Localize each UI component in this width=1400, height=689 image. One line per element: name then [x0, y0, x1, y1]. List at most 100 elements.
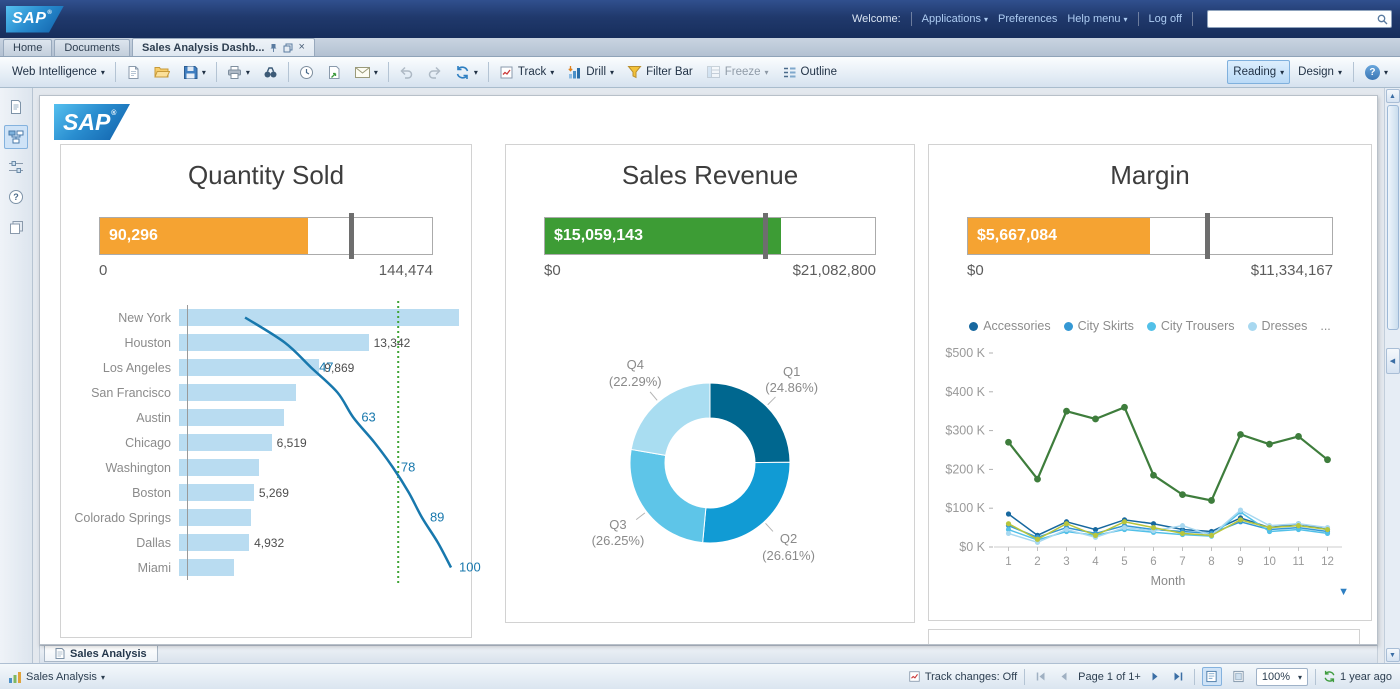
menu-help[interactable]: Help menu ▾ [1067, 13, 1127, 25]
next-page-button[interactable] [1148, 669, 1164, 685]
previous-page-button[interactable] [1055, 669, 1071, 685]
document-icon [8, 99, 24, 115]
first-page-button[interactable] [1032, 669, 1048, 685]
track-changes-toggle[interactable]: Track changes: Off [908, 670, 1017, 683]
help-panel-button[interactable]: ? [4, 185, 28, 209]
input-controls-button[interactable] [4, 155, 28, 179]
export-button[interactable] [321, 60, 348, 84]
last-refresh-indicator[interactable]: 1 year ago [1323, 670, 1392, 683]
data-point [1063, 408, 1070, 415]
donut-svg[interactable] [540, 333, 880, 593]
report-canvas: SAP® Quantity Sold 90,296 0 144,474 [39, 95, 1378, 645]
report-selector[interactable]: Sales Analysis ▾ [8, 670, 105, 684]
drill-button[interactable]: Drill ▾ [561, 60, 620, 84]
help-button[interactable]: ? ▾ [1359, 60, 1394, 84]
bar-category-label: Los Angeles [67, 361, 179, 375]
close-icon[interactable]: × [298, 42, 304, 53]
scroll-down-button[interactable]: ▼ [1386, 648, 1400, 662]
page-mode-button[interactable] [1229, 667, 1249, 686]
undo-button[interactable] [393, 60, 420, 84]
tab-documents[interactable]: Documents [54, 39, 130, 56]
svg-text:3: 3 [1063, 556, 1069, 568]
bar[interactable] [179, 359, 319, 376]
quick-display-mode-button[interactable] [1202, 667, 1222, 686]
scrollbar-thumb[interactable] [1387, 105, 1399, 330]
bar[interactable] [179, 434, 272, 451]
bar[interactable] [179, 534, 249, 551]
layered-pages-icon [9, 220, 24, 235]
divider [1024, 669, 1025, 685]
bar[interactable] [179, 334, 369, 351]
search-icon[interactable] [1377, 14, 1388, 25]
bar-value-label: 9,869 [324, 361, 354, 375]
open-folder-icon [154, 65, 170, 79]
tab-sales-analysis-dashboard[interactable]: Sales Analysis Dashb... × [132, 38, 315, 56]
bullet-max-label: 144,474 [379, 262, 433, 279]
reading-mode-button[interactable]: Reading ▾ [1227, 60, 1290, 84]
last-page-button[interactable] [1171, 669, 1187, 685]
data-point [1209, 533, 1214, 538]
data-point [1208, 497, 1215, 504]
navigation-map-icon [8, 129, 24, 145]
find-button[interactable] [257, 60, 284, 84]
filter-bar-button[interactable]: Filter Bar [621, 60, 699, 84]
export-icon [327, 65, 342, 80]
chevron-down-icon: ▾ [765, 69, 769, 77]
outline-button[interactable]: Outline [776, 60, 843, 84]
bar[interactable] [179, 459, 259, 476]
web-intelligence-menu[interactable]: Web Intelligence ▾ [6, 60, 111, 84]
new-document-button[interactable] [120, 60, 147, 84]
log-off-link[interactable]: Log off [1149, 13, 1182, 25]
chevron-down-icon: ▾ [1384, 69, 1388, 77]
bar-category-label: New York [67, 311, 179, 325]
freeze-button[interactable]: Freeze ▾ [700, 60, 775, 84]
bullet-target-marker [763, 213, 768, 259]
history-button[interactable] [293, 60, 320, 84]
tab-home[interactable]: Home [3, 39, 52, 56]
menu-preferences[interactable]: Preferences [998, 13, 1057, 25]
search-input[interactable] [1211, 12, 1377, 26]
print-button[interactable]: ▾ [221, 60, 256, 84]
panel-collapse-handle[interactable]: ◀ [1386, 348, 1400, 374]
zoom-select[interactable]: 100% ▾ [1256, 668, 1308, 686]
send-button[interactable]: ▾ [349, 60, 384, 84]
pin-icon[interactable] [269, 43, 278, 53]
data-point [1266, 441, 1273, 448]
bar[interactable] [179, 384, 296, 401]
data-point [1064, 527, 1069, 532]
bar-chart-axis [187, 305, 188, 580]
design-mode-button[interactable]: Design ▾ [1292, 60, 1348, 84]
document-summary-button[interactable] [4, 95, 28, 119]
refresh-button[interactable]: ▾ [449, 60, 484, 84]
navigation-map-button[interactable] [4, 125, 28, 149]
open-document-button[interactable] [148, 60, 176, 84]
documents-panel-button[interactable] [4, 215, 28, 239]
outline-icon [782, 66, 797, 79]
report-tab-sales-analysis[interactable]: Sales Analysis [44, 646, 158, 662]
bar[interactable] [179, 509, 251, 526]
binoculars-icon [263, 65, 278, 80]
track-button[interactable]: Track ▾ [493, 60, 560, 84]
welcome-label: Welcome: [852, 13, 901, 25]
bar[interactable] [179, 484, 254, 501]
vertical-scrollbar[interactable]: ▲ ◀ ▼ [1384, 88, 1400, 663]
bar-row: Boston5,269 [67, 480, 459, 505]
menu-applications[interactable]: Applications ▾ [922, 13, 988, 25]
chevron-down-icon: ▾ [474, 69, 478, 77]
margin-line-chart[interactable]: $0 K$100 K$200 K$300 K$400 K$500 K123456… [938, 335, 1362, 593]
bullet-value-label: $15,059,143 [545, 227, 643, 245]
restore-window-icon[interactable] [283, 43, 293, 53]
scroll-down-icon[interactable]: ▼ [1338, 586, 1349, 598]
redo-button[interactable] [421, 60, 448, 84]
bar[interactable] [179, 309, 459, 326]
bar-category-label: Boston [67, 486, 179, 500]
scroll-up-button[interactable]: ▲ [1386, 89, 1400, 103]
bullet-min-label: $0 [544, 262, 561, 279]
bar-category-label: Dallas [67, 536, 179, 550]
save-button[interactable]: ▾ [177, 60, 212, 84]
svg-text:4: 4 [1092, 556, 1099, 568]
svg-text:$300 K: $300 K [945, 424, 985, 438]
bar[interactable] [179, 409, 284, 426]
divider [1192, 12, 1193, 26]
data-point [1035, 537, 1040, 542]
